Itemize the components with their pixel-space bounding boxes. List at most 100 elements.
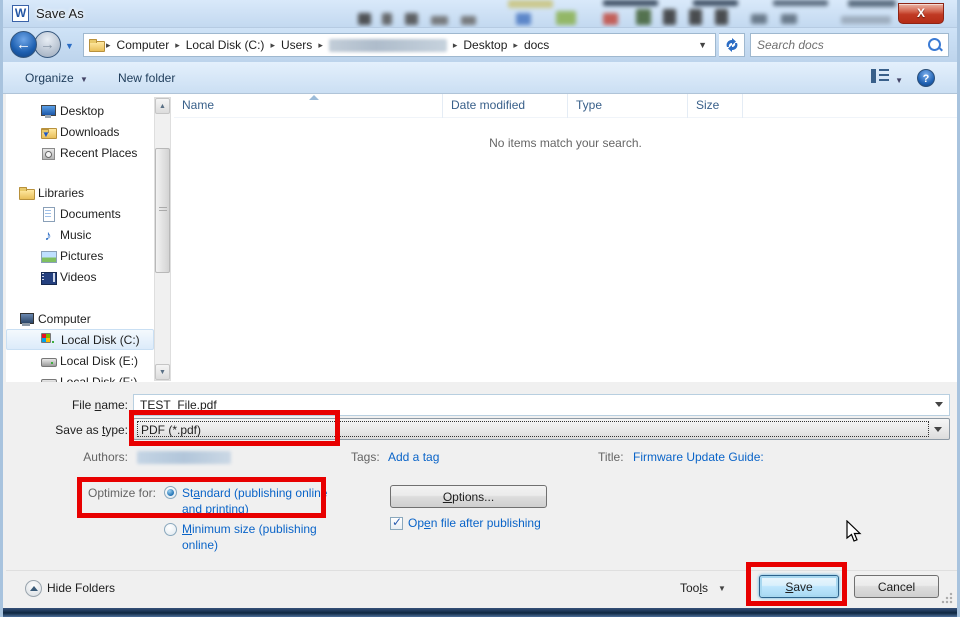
chevron-down-icon[interactable]: ▼ <box>718 584 726 593</box>
refresh-icon <box>724 37 740 53</box>
breadcrumb-desktop[interactable]: Desktop <box>459 38 511 52</box>
sidebar-item-computer[interactable]: Computer <box>6 308 154 329</box>
breadcrumb-users[interactable]: Users <box>277 38 316 52</box>
title-bar: W Save As X <box>3 0 957 28</box>
scrollbar-thumb[interactable] <box>155 148 170 273</box>
combo-dropdown-icon[interactable] <box>935 402 943 407</box>
chevron-down-icon: ▼ <box>895 76 903 85</box>
cancel-button[interactable]: Cancel <box>854 575 939 598</box>
window-title: Save As <box>36 6 84 21</box>
sort-ascending-icon <box>309 95 319 100</box>
annotation-save-button <box>746 562 847 606</box>
back-button[interactable]: ← <box>10 31 37 58</box>
search-box[interactable] <box>750 33 949 57</box>
add-a-tag-link[interactable]: Add a tag <box>388 450 439 464</box>
empty-results-message: No items match your search. <box>174 136 957 150</box>
views-icon <box>871 69 889 83</box>
sidebar-scrollbar[interactable]: ▲ ▼ <box>154 97 171 381</box>
sidebar-item-videos[interactable]: Videos <box>6 266 154 287</box>
sidebar-item-label: Music <box>56 228 91 242</box>
minimum-size-radio-label[interactable]: Minimum size (publishing online) <box>182 521 332 553</box>
column-header-size[interactable]: Size <box>688 94 743 118</box>
scroll-up-icon[interactable]: ▲ <box>155 98 170 114</box>
sidebar-item-label: Local Disk (F:) <box>56 375 137 383</box>
hide-folders-label: Hide Folders <box>47 581 115 595</box>
chevron-right-icon: ▸ <box>268 40 277 51</box>
breadcrumb-docs[interactable]: docs <box>520 38 553 52</box>
column-header-name[interactable]: Name <box>174 94 443 118</box>
authors-redacted-value <box>137 451 231 464</box>
sidebar-item-local-disk-c[interactable]: Local Disk (C:) <box>6 329 154 350</box>
videos-icon <box>40 269 56 285</box>
annotation-save-as-type <box>129 410 340 446</box>
sidebar-item-label: Libraries <box>34 186 84 200</box>
title-label: Title: <box>598 450 624 464</box>
breadcrumb-computer[interactable]: Computer <box>113 38 174 52</box>
resize-grip[interactable] <box>941 592 953 604</box>
close-button[interactable]: X <box>898 3 944 24</box>
nav-history-dropdown-icon[interactable]: ▼ <box>65 41 74 51</box>
documents-icon <box>40 206 56 222</box>
sidebar-item-label: Desktop <box>56 104 104 118</box>
chevron-down-icon: ▼ <box>80 75 88 84</box>
sidebar-item-downloads[interactable]: Downloads <box>6 121 154 142</box>
authors-label: Authors: <box>28 450 128 464</box>
sidebar-item-label: Computer <box>34 312 91 326</box>
column-header-type[interactable]: Type <box>568 94 688 118</box>
tools-menu[interactable]: Tools <box>680 581 708 595</box>
search-icon[interactable] <box>926 36 944 54</box>
navigation-pane: Desktop Downloads Recent Places Librarie… <box>6 94 154 382</box>
breadcrumb[interactable]: ▸ Computer ▸ Local Disk (C:) ▸ Users ▸ ▸… <box>83 33 716 57</box>
sidebar-item-music[interactable]: ♪ Music <box>6 224 154 245</box>
computer-icon <box>18 311 34 327</box>
organize-button[interactable]: Organize ▼ <box>17 67 96 89</box>
sidebar-item-recent-places[interactable]: Recent Places <box>6 142 154 163</box>
chevron-right-icon: ▸ <box>511 40 520 51</box>
open-file-after-publishing-label[interactable]: Open file after publishing <box>408 516 541 530</box>
save-as-dialog: W Save As X ← → ▼ ▸ Computer ▸ Local Dis… <box>0 0 960 617</box>
system-drive-icon <box>41 332 57 348</box>
save-as-type-label: Save as type: <box>28 423 128 437</box>
command-toolbar: Organize ▼ New folder ▼ ? <box>3 62 957 94</box>
sidebar-item-documents[interactable]: Documents <box>6 203 154 224</box>
sidebar-item-desktop[interactable]: Desktop <box>6 100 154 121</box>
downloads-icon <box>40 124 56 140</box>
sidebar-item-pictures[interactable]: Pictures <box>6 245 154 266</box>
sidebar-item-label: Local Disk (C:) <box>57 333 140 347</box>
options-button[interactable]: Options... <box>390 485 547 508</box>
column-label: Name <box>182 98 214 112</box>
chevron-right-icon: ▸ <box>316 40 325 51</box>
minimum-size-radio[interactable] <box>164 523 177 536</box>
scroll-down-icon[interactable]: ▼ <box>155 364 170 380</box>
chevron-right-icon: ▸ <box>173 40 182 51</box>
address-dropdown-icon[interactable]: ▼ <box>690 40 715 50</box>
drive-icon <box>40 353 56 369</box>
organize-label: Organize <box>25 71 74 85</box>
breadcrumb-redacted-user[interactable] <box>329 39 447 52</box>
window-bottom-border <box>3 608 957 617</box>
column-header-date-modified[interactable]: Date modified <box>443 94 568 118</box>
forward-button[interactable]: → <box>34 31 61 58</box>
sidebar-item-label: Pictures <box>56 249 103 263</box>
sidebar-item-libraries[interactable]: Libraries <box>6 182 154 203</box>
search-input[interactable] <box>751 38 926 52</box>
title-value[interactable]: Firmware Update Guide: <box>633 450 764 464</box>
breadcrumb-local-disk-c[interactable]: Local Disk (C:) <box>182 38 269 52</box>
chevron-right-icon: ▸ <box>104 40 113 51</box>
hide-folders-icon <box>25 580 42 597</box>
file-browser: Desktop Downloads Recent Places Librarie… <box>6 94 957 382</box>
sidebar-item-local-disk-e[interactable]: Local Disk (E:) <box>6 350 154 371</box>
sidebar-item-local-disk-f[interactable]: Local Disk (F:) <box>6 371 154 382</box>
drive-icon <box>40 374 56 383</box>
sidebar-item-label: Documents <box>56 207 121 221</box>
new-folder-button[interactable]: New folder <box>110 67 183 89</box>
desktop-icon <box>40 103 56 119</box>
sidebar-item-label: Local Disk (E:) <box>56 354 138 368</box>
refresh-button[interactable] <box>719 33 745 57</box>
help-icon[interactable]: ? <box>917 69 935 87</box>
open-file-after-publishing-checkbox[interactable] <box>390 517 403 530</box>
sidebar-item-label: Videos <box>56 270 96 284</box>
address-row: ← → ▼ ▸ Computer ▸ Local Disk (C:) ▸ Use… <box>3 28 957 62</box>
views-button[interactable]: ▼ <box>871 69 903 86</box>
combo-dropdown-icon[interactable] <box>934 427 942 432</box>
